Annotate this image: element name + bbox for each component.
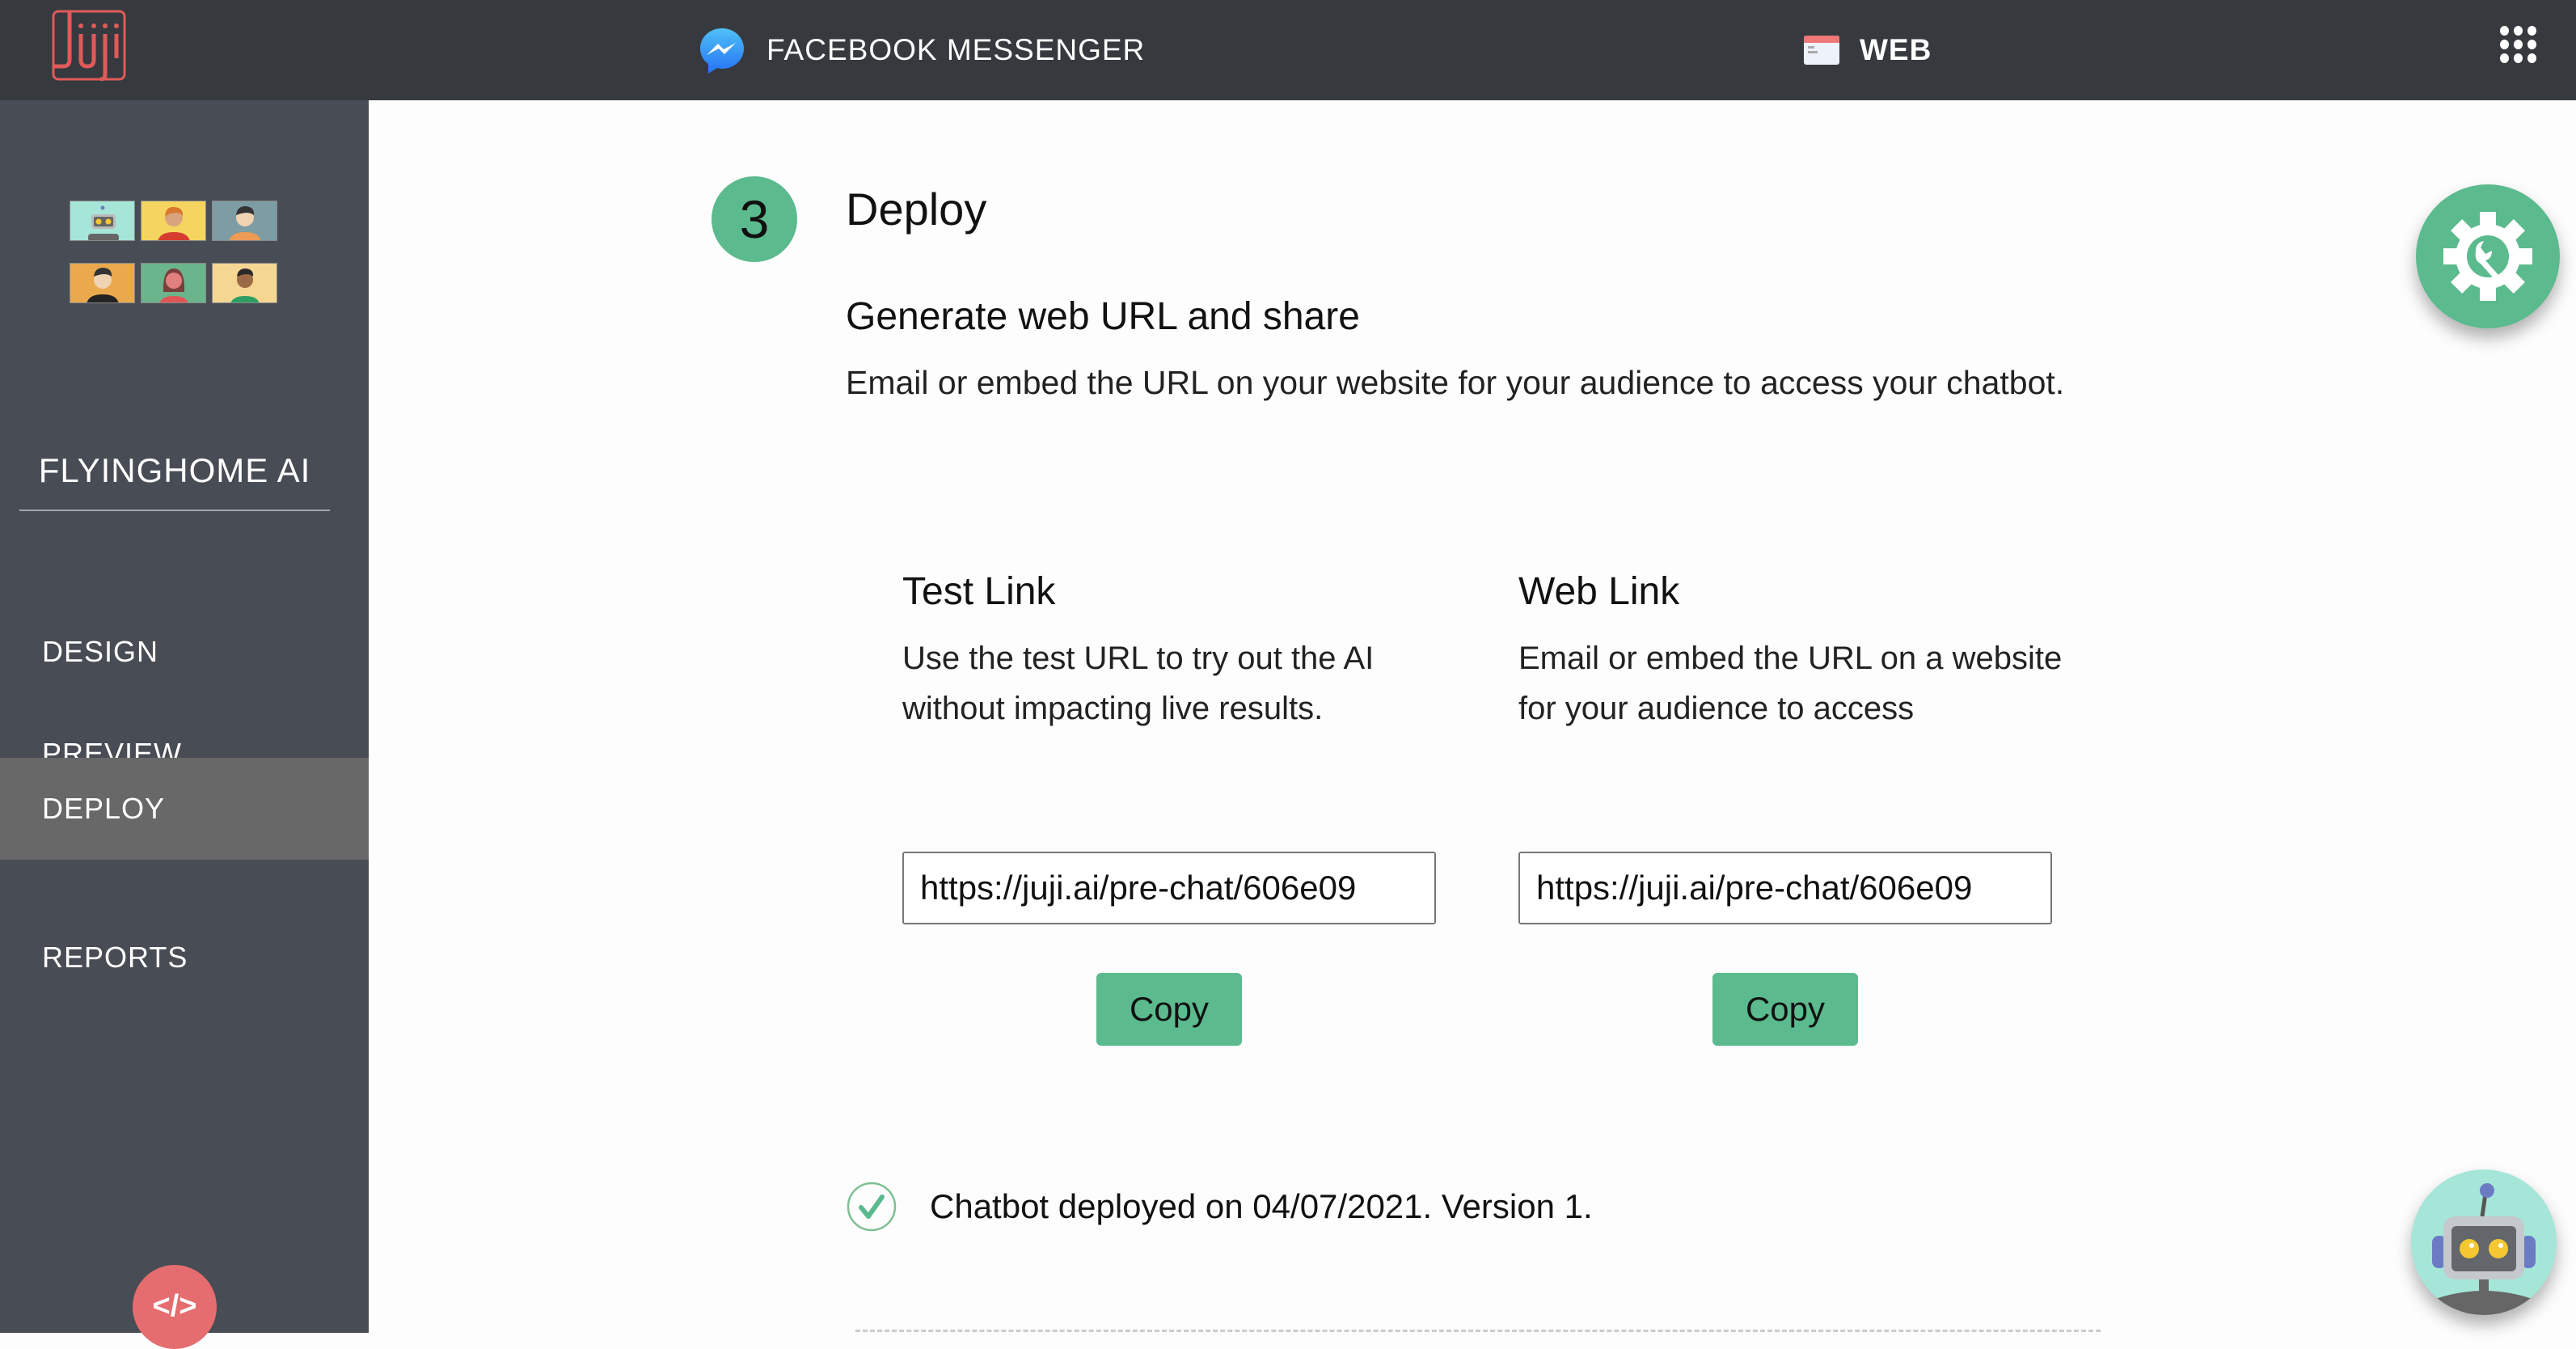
sidebar-item-label: DESIGN bbox=[42, 635, 159, 668]
avatar-man-glasses bbox=[212, 201, 277, 241]
copy-test-link-button[interactable]: Copy bbox=[1096, 973, 1242, 1046]
web-link-title: Web Link bbox=[1518, 570, 1680, 613]
test-link-panel: Test Link Use the test URL to try out th… bbox=[902, 569, 1468, 1046]
web-link-description: Email or embed the URL on a website for … bbox=[1518, 641, 2063, 726]
deploy-status: Chatbot deployed on 04/07/2021. Version … bbox=[846, 1181, 1593, 1233]
copy-web-link-button[interactable]: Copy bbox=[1712, 973, 1858, 1046]
chatbot-avatar-button[interactable] bbox=[2411, 1169, 2557, 1315]
avatar-woman-brown-hair bbox=[141, 263, 206, 303]
sidebar-item-deploy[interactable]: DEPLOY bbox=[0, 758, 369, 860]
section-title: Generate web URL and share bbox=[846, 295, 1360, 338]
avatar-woman-red-hair bbox=[141, 201, 206, 241]
juji-logo-icon[interactable] bbox=[52, 10, 126, 81]
step-title: Deploy bbox=[846, 184, 987, 235]
code-icon: </> bbox=[152, 1289, 197, 1323]
web-link-url-input[interactable] bbox=[1518, 852, 2052, 924]
section-divider bbox=[855, 1330, 2101, 1332]
apps-grid-icon[interactable] bbox=[2500, 26, 2537, 63]
settings-button[interactable] bbox=[2416, 184, 2560, 328]
robot-icon bbox=[2432, 1183, 2536, 1315]
tab-label: WEB bbox=[1860, 33, 1932, 66]
step-number-badge: 3 bbox=[712, 176, 797, 262]
test-link-title: Test Link bbox=[902, 570, 1056, 613]
sidebar-item-label: REPORTS bbox=[42, 941, 188, 974]
gear-wrench-icon bbox=[2443, 212, 2532, 301]
sidebar: FLYINGHOME AI DESIGN PREVIEW DEPLOY REPO… bbox=[0, 100, 369, 1349]
check-circle-icon bbox=[847, 1182, 897, 1232]
tab-label: FACEBOOK MESSENGER bbox=[766, 33, 1146, 66]
deploy-status-text: Chatbot deployed on 04/07/2021. Version … bbox=[930, 1187, 1593, 1225]
avatar-woman-ponytail bbox=[212, 263, 277, 303]
top-bar: FACEBOOK MESSENGER WEB bbox=[0, 0, 2576, 100]
sidebar-item-reports[interactable]: REPORTS bbox=[0, 907, 369, 1009]
avatar-man-beard bbox=[70, 263, 135, 303]
test-link-url-input[interactable] bbox=[902, 852, 1436, 924]
main-content: 3 Deploy Generate web URL and share Emai… bbox=[369, 100, 2576, 1333]
tab-facebook-messenger[interactable]: FACEBOOK MESSENGER bbox=[697, 0, 1145, 100]
persona-avatars[interactable] bbox=[70, 201, 277, 303]
section-description: Email or embed the URL on your website f… bbox=[846, 364, 2065, 401]
project-name: FLYINGHOME AI bbox=[19, 451, 330, 511]
web-page-icon bbox=[1803, 35, 1840, 66]
web-link-panel: Web Link Email or embed the URL on a web… bbox=[1518, 569, 2084, 1046]
embed-code-button[interactable]: </> bbox=[133, 1265, 217, 1349]
avatar-robot bbox=[70, 201, 135, 241]
sidebar-item-label: DEPLOY bbox=[42, 792, 166, 825]
test-link-description: Use the test URL to try out the AI witho… bbox=[902, 641, 1375, 726]
messenger-icon bbox=[697, 25, 747, 75]
tab-web[interactable]: WEB bbox=[1803, 0, 1932, 100]
sidebar-item-design[interactable]: DESIGN bbox=[0, 601, 369, 703]
